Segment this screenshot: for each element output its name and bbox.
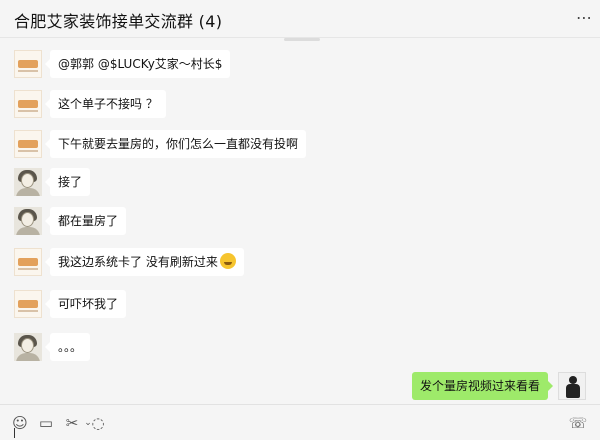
outgoing-bubble[interactable]: 发个量房视频过来看看 (411, 372, 554, 400)
woman-portrait-avatar[interactable] (14, 168, 42, 196)
company-logo-avatar[interactable] (14, 248, 42, 276)
chat-header: 合肥艾家装饰接单交流群 (4) ⋯ (0, 0, 600, 38)
text-input-caret[interactable] (14, 428, 15, 438)
company-logo-avatar[interactable] (14, 130, 42, 158)
scroll-indicator[interactable] (284, 38, 320, 41)
message-text: 我这边系统卡了 没有刷新过来 (58, 255, 218, 269)
woman-portrait-avatar[interactable] (14, 333, 42, 361)
company-logo-avatar[interactable] (14, 50, 42, 78)
company-logo-avatar[interactable] (14, 290, 42, 318)
input-toolbar: ☺ ▭ ✂ ⌄ ◌ ☏ (0, 404, 600, 440)
chat-title: 合肥艾家装饰接单交流群 (4) (14, 12, 223, 31)
chat-history-icon[interactable]: ◌ (88, 413, 108, 433)
user-photo-avatar[interactable] (558, 372, 586, 400)
message-bubble[interactable]: 接了 (44, 168, 91, 196)
company-logo-avatar[interactable] (14, 90, 42, 118)
woman-portrait-avatar[interactable] (14, 207, 42, 235)
crying-laughing-emoji-icon (219, 253, 236, 269)
message-bubble[interactable]: 都在量房了 (44, 207, 127, 235)
message-bubble[interactable]: 。。。 (44, 333, 91, 361)
message-bubble[interactable]: 可吓坏我了 (44, 290, 127, 318)
message-bubble[interactable]: 下午就要去量房的，你们怎么一直都没有投啊 (44, 130, 307, 158)
message-bubble[interactable]: @郭郭 @$LUCKy艾家～村长$ (44, 50, 231, 78)
emoji-icon[interactable]: ☺ (10, 413, 30, 433)
message-bubble[interactable]: 我这边系统卡了 没有刷新过来 (45, 248, 244, 276)
folder-icon[interactable]: ▭ (36, 413, 56, 433)
video-call-icon[interactable]: ☏ (568, 413, 588, 433)
message-bubble[interactable]: 这个单子不接吗 ？ (45, 90, 166, 118)
more-icon[interactable]: ⋯ (576, 8, 592, 27)
